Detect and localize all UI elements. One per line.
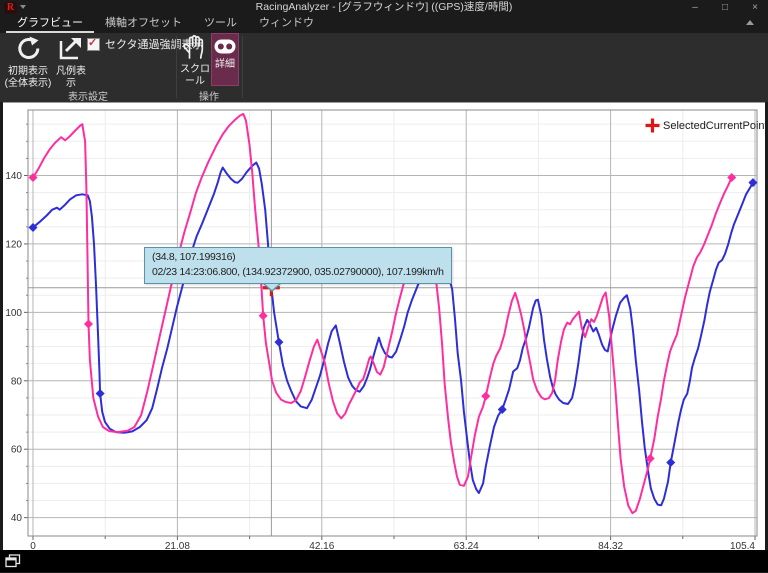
legend-label: SelectedCurrentPoint bbox=[663, 120, 768, 132]
sector-marker-lap-pink bbox=[481, 392, 490, 401]
cascade-windows-icon[interactable] bbox=[5, 554, 21, 573]
series-line-lap-pink[interactable] bbox=[33, 114, 732, 513]
tooltip-line1: (34.8, 107.199316) bbox=[152, 250, 444, 265]
y-axis-label: 80 bbox=[11, 376, 23, 387]
sector-marker-lap-pink bbox=[727, 173, 736, 182]
y-axis-label: 40 bbox=[11, 513, 23, 524]
speed-time-chart[interactable]: 406080100120140021.0842.1663.2484.32105.… bbox=[0, 0, 768, 572]
sector-marker-lap-blue bbox=[96, 389, 105, 398]
sector-marker-lap-blue bbox=[748, 178, 757, 187]
sector-marker-lap-pink bbox=[84, 319, 93, 328]
chart-legend: SelectedCurrentPoint bbox=[644, 117, 768, 134]
y-axis-label: 140 bbox=[5, 171, 22, 182]
sector-marker-lap-blue bbox=[666, 458, 675, 467]
selected-point-legend-icon bbox=[644, 117, 661, 134]
y-axis-label: 120 bbox=[5, 239, 22, 250]
y-axis-label: 100 bbox=[5, 308, 22, 319]
tooltip-line2: 02/23 14:23:06.800, (134.92372900, 035.0… bbox=[152, 265, 444, 280]
y-axis-label: 60 bbox=[11, 445, 23, 456]
data-point-tooltip: (34.8, 107.199316) 02/23 14:23:06.800, (… bbox=[144, 247, 452, 284]
status-bar bbox=[0, 550, 768, 572]
sector-marker-lap-blue bbox=[274, 338, 283, 347]
